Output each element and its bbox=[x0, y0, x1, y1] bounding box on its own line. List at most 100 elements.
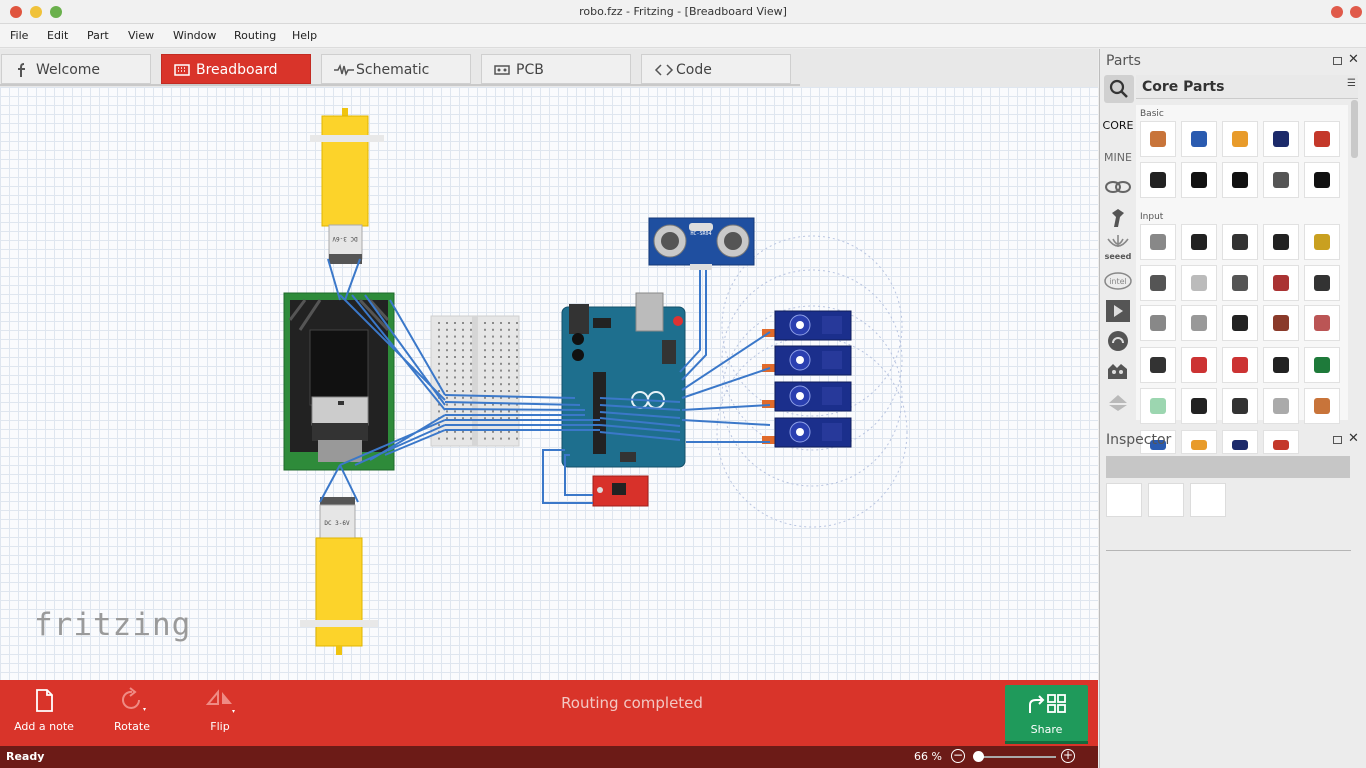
bin-tab-output[interactable] bbox=[1102, 327, 1134, 355]
part-cell[interactable] bbox=[1304, 162, 1340, 198]
menu-window[interactable]: Window bbox=[173, 29, 216, 42]
part-cell[interactable] bbox=[1263, 162, 1299, 198]
motor-driver-board[interactable] bbox=[283, 292, 395, 471]
zoom-out-button[interactable]: − bbox=[951, 749, 965, 763]
parts-search-button[interactable] bbox=[1104, 75, 1134, 103]
part-cell[interactable] bbox=[1181, 430, 1217, 454]
part-cell[interactable] bbox=[1263, 388, 1299, 424]
part-cell[interactable] bbox=[1263, 305, 1299, 341]
part-cell[interactable] bbox=[1222, 347, 1258, 383]
part-cell[interactable] bbox=[1304, 347, 1340, 383]
part-cell[interactable] bbox=[1181, 162, 1217, 198]
part-cell[interactable] bbox=[1304, 305, 1340, 341]
mini-breadboard[interactable] bbox=[430, 315, 520, 447]
zoom-slider-handle[interactable] bbox=[973, 751, 984, 762]
part-cell[interactable] bbox=[1140, 121, 1176, 157]
part-cell[interactable] bbox=[1181, 265, 1217, 301]
servo-motor[interactable] bbox=[762, 310, 852, 341]
add-note-button[interactable]: Add a note bbox=[8, 680, 80, 746]
bin-tab-more[interactable] bbox=[1102, 387, 1134, 415]
breadboard-hole bbox=[492, 322, 494, 324]
part-cell[interactable] bbox=[1140, 305, 1176, 341]
part-cell[interactable] bbox=[1140, 265, 1176, 301]
flip-button[interactable]: Flip bbox=[190, 680, 250, 746]
part-cell[interactable] bbox=[1304, 265, 1340, 301]
part-cell[interactable] bbox=[1304, 121, 1340, 157]
breadboard-canvas[interactable]: DC 3-6V DC 3-6V HC-SR04 fritzing bbox=[0, 87, 1098, 680]
bin-tab-arduino[interactable] bbox=[1102, 173, 1134, 201]
inspector-close-button[interactable]: ✕ bbox=[1348, 431, 1359, 446]
part-cell[interactable] bbox=[1222, 224, 1258, 260]
part-cell[interactable] bbox=[1181, 347, 1217, 383]
rotate-button[interactable]: Rotate bbox=[100, 680, 164, 746]
bin-tab-mine[interactable]: MINE bbox=[1102, 143, 1134, 171]
bin-tab-other[interactable] bbox=[1102, 357, 1134, 385]
part-cell[interactable] bbox=[1222, 430, 1258, 454]
inspector-float-button[interactable] bbox=[1333, 436, 1342, 444]
breadboard-hole bbox=[454, 369, 456, 372]
part-thumbnail bbox=[1232, 131, 1248, 147]
menu-routing[interactable]: Routing bbox=[234, 29, 276, 42]
bin-menu-icon[interactable]: ☰ bbox=[1347, 78, 1356, 89]
servo-motor[interactable] bbox=[762, 381, 852, 412]
part-cell[interactable] bbox=[1304, 224, 1340, 260]
creature-icon bbox=[1108, 364, 1127, 379]
breadboard-hole bbox=[446, 410, 448, 413]
part-cell[interactable] bbox=[1263, 121, 1299, 157]
breadboard-hole bbox=[454, 417, 456, 420]
breadboard-hole bbox=[500, 335, 502, 338]
part-cell[interactable] bbox=[1222, 121, 1258, 157]
part-cell[interactable] bbox=[1181, 121, 1217, 157]
bin-tab-media[interactable] bbox=[1102, 297, 1134, 325]
part-cell[interactable] bbox=[1222, 305, 1258, 341]
bin-tab-core[interactable]: CORE bbox=[1102, 111, 1134, 139]
tab-code[interactable]: Code bbox=[641, 54, 791, 84]
parts-close-button[interactable]: ✕ bbox=[1348, 52, 1359, 67]
parts-float-button[interactable] bbox=[1333, 57, 1342, 65]
tab-breadboard[interactable]: Breadboard bbox=[161, 54, 311, 84]
part-cell[interactable] bbox=[1263, 347, 1299, 383]
part-cell[interactable] bbox=[1140, 347, 1176, 383]
part-cell[interactable] bbox=[1140, 224, 1176, 260]
red-sensor-module[interactable] bbox=[592, 475, 649, 507]
tab-schematic[interactable]: Schematic bbox=[321, 54, 471, 84]
part-cell[interactable] bbox=[1222, 388, 1258, 424]
tab-welcome[interactable]: Welcome bbox=[1, 54, 151, 84]
servo-motors[interactable] bbox=[762, 310, 852, 448]
bin-tab-fritzing[interactable] bbox=[1102, 203, 1134, 231]
breadboard-hole bbox=[462, 335, 464, 338]
part-cell[interactable] bbox=[1222, 265, 1258, 301]
part-cell[interactable] bbox=[1181, 305, 1217, 341]
bin-tab-intel[interactable]: intel bbox=[1102, 267, 1134, 295]
zoom-in-button[interactable]: + bbox=[1061, 749, 1075, 763]
ultrasonic-sensor[interactable]: HC-SR04 bbox=[648, 217, 755, 270]
menu-edit[interactable]: Edit bbox=[47, 29, 68, 42]
part-thumbnail bbox=[1314, 131, 1330, 147]
servo-motor[interactable] bbox=[762, 417, 852, 448]
part-cell[interactable] bbox=[1181, 224, 1217, 260]
bin-tab-seeed[interactable]: seeed bbox=[1102, 231, 1134, 265]
servo-motor[interactable] bbox=[762, 345, 852, 376]
menu-file[interactable]: File bbox=[10, 29, 28, 42]
part-cell[interactable] bbox=[1222, 162, 1258, 198]
window-close-right-button[interactable] bbox=[1350, 6, 1362, 18]
zoom-slider[interactable] bbox=[976, 756, 1056, 758]
part-cell[interactable] bbox=[1181, 388, 1217, 424]
menu-view[interactable]: View bbox=[128, 29, 154, 42]
share-button[interactable]: Share bbox=[1005, 685, 1088, 744]
arduino-uno[interactable] bbox=[561, 292, 686, 468]
parts-scrollbar[interactable] bbox=[1351, 100, 1358, 158]
window-restore-button[interactable] bbox=[1331, 6, 1343, 18]
dc-motor-top[interactable]: DC 3-6V bbox=[310, 108, 384, 264]
part-cell[interactable] bbox=[1263, 430, 1299, 454]
part-cell[interactable] bbox=[1263, 224, 1299, 260]
dc-motor-bottom[interactable]: DC 3-6V bbox=[300, 497, 378, 655]
menu-part[interactable]: Part bbox=[87, 29, 109, 42]
part-cell[interactable] bbox=[1140, 388, 1176, 424]
breadboard-hole bbox=[484, 376, 486, 379]
menu-help[interactable]: Help bbox=[292, 29, 317, 42]
part-cell[interactable] bbox=[1263, 265, 1299, 301]
part-cell[interactable] bbox=[1304, 388, 1340, 424]
tab-pcb[interactable]: PCB bbox=[481, 54, 631, 84]
part-cell[interactable] bbox=[1140, 162, 1176, 198]
